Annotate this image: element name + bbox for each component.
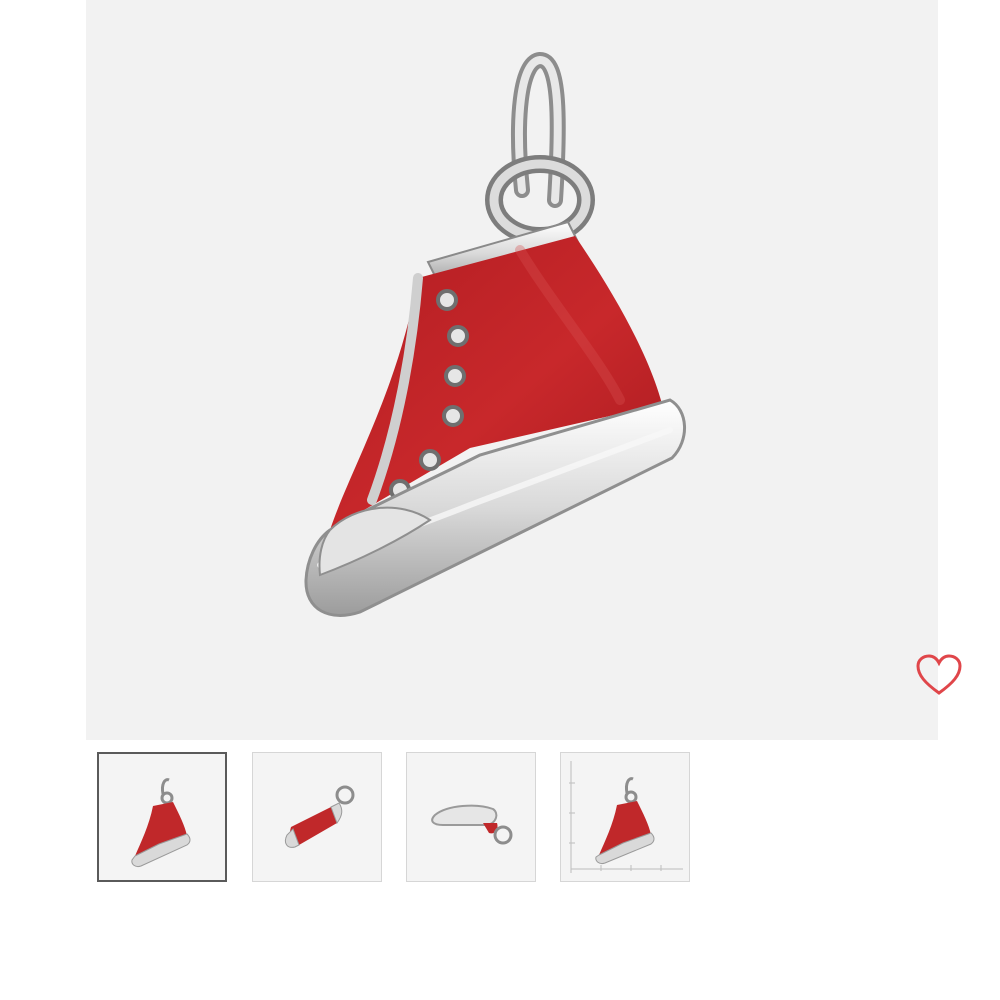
heart-outline-icon xyxy=(916,654,962,695)
thumbnail-2[interactable] xyxy=(252,752,382,882)
sneaker-charm-image xyxy=(304,51,686,617)
sneaker-charm-bottom-view-icon xyxy=(431,804,513,845)
sneaker-charm-angled-view-icon xyxy=(284,785,355,848)
sneaker-charm-side-view-icon xyxy=(131,778,191,867)
thumbnail-3[interactable] xyxy=(406,752,536,882)
thumbnail-4[interactable] xyxy=(560,752,690,882)
favorite-button[interactable] xyxy=(912,648,966,702)
main-product-image[interactable] xyxy=(86,0,962,740)
sneaker-charm-size-reference-icon xyxy=(569,761,683,873)
thumbnail-1[interactable] xyxy=(97,752,227,882)
